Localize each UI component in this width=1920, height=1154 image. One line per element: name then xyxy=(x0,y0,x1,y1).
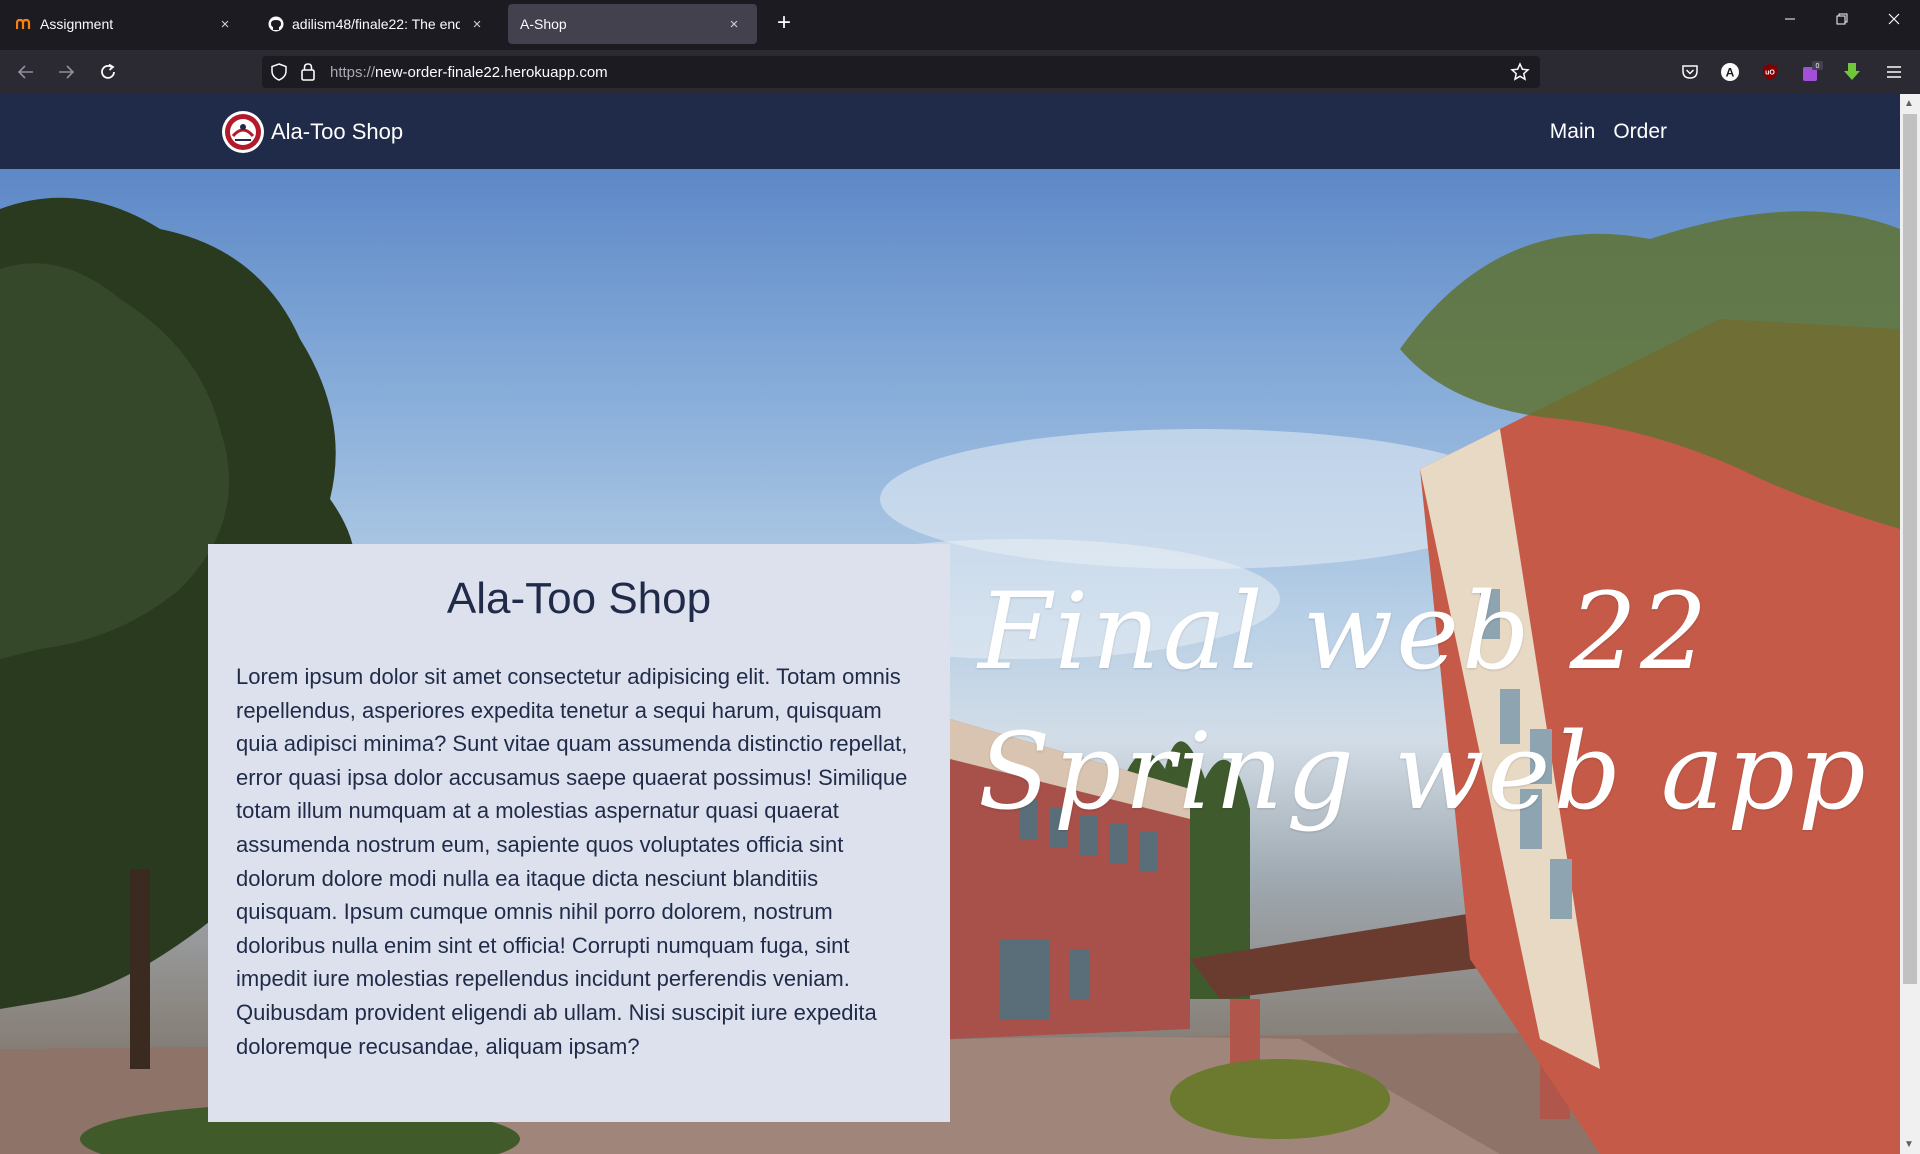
ala-too-logo xyxy=(222,111,264,153)
new-tab-button[interactable]: + xyxy=(770,10,798,38)
reload-icon[interactable] xyxy=(94,58,122,86)
tab-close-icon[interactable]: × xyxy=(216,16,234,33)
scrollbar-thumb[interactable] xyxy=(1903,114,1917,984)
card-title: Ala-Too Shop xyxy=(446,574,712,623)
site-header: Ala-Too Shop Main Order xyxy=(0,94,1900,169)
extension-badge: 0 xyxy=(1816,63,1820,70)
bookmark-star-icon[interactable] xyxy=(1510,62,1530,87)
hamburger-menu-icon[interactable] xyxy=(1882,60,1906,84)
hero-tagline: Final web 22 Spring web app xyxy=(978,562,1869,842)
minimize-icon[interactable] xyxy=(1778,12,1802,29)
scroll-up-arrow-icon[interactable]: ▲ xyxy=(1904,98,1914,109)
back-arrow-icon[interactable] xyxy=(12,58,40,86)
url-scheme: https:// xyxy=(330,64,376,81)
card-body: Lorem ipsum dolor sit amet consectetur a… xyxy=(236,664,908,1059)
lock-icon[interactable] xyxy=(300,62,316,87)
hero-section: Ala-Too Shop Lorem ipsum dolor sit amet … xyxy=(0,169,1900,1154)
address-bar[interactable]: https://new-order-finale22.herokuapp.com xyxy=(262,56,1540,88)
browser-toolbar: https://new-order-finale22.herokuapp.com… xyxy=(0,50,1920,94)
site-nav: Main Order xyxy=(1550,120,1667,144)
github-icon xyxy=(268,16,284,32)
browser-tab-strip: Assignment × adilism48/finale22: The end… xyxy=(0,0,1920,50)
ublock-shield-icon[interactable]: uO xyxy=(1758,60,1782,84)
extension-puzzle-icon[interactable]: 0 xyxy=(1800,60,1824,84)
tab-title: A-Shop xyxy=(520,16,567,32)
tab-close-icon[interactable]: × xyxy=(468,16,486,33)
svg-text:A: A xyxy=(1726,66,1735,80)
pocket-icon[interactable] xyxy=(1678,60,1702,84)
moodle-icon xyxy=(16,16,32,32)
page-viewport: Ala-Too Shop Main Order Ala-Too Shop Lor… xyxy=(0,94,1920,1154)
forward-arrow-icon[interactable] xyxy=(52,58,80,86)
page-scrollbar[interactable]: ▲ ▼ xyxy=(1900,94,1920,1154)
url-host: new-order-finale22.herokuapp.com xyxy=(375,64,608,81)
tracking-shield-icon[interactable] xyxy=(270,63,288,86)
tab-a-shop[interactable]: A-Shop × xyxy=(508,4,757,44)
tab-title: adilism48/finale22: The end xyxy=(292,16,460,32)
account-avatar-icon[interactable]: A xyxy=(1718,60,1742,84)
svg-text:uO: uO xyxy=(1765,70,1775,77)
nav-link-order[interactable]: Order xyxy=(1613,120,1667,144)
scroll-down-arrow-icon[interactable]: ▼ xyxy=(1904,1139,1914,1150)
tagline-line-1: Final web 22 xyxy=(978,570,1711,693)
download-arrow-icon[interactable] xyxy=(1840,60,1864,84)
close-icon[interactable] xyxy=(1882,12,1906,29)
tab-github[interactable]: adilism48/finale22: The end × xyxy=(256,4,500,44)
tab-title: Assignment xyxy=(40,16,114,32)
tab-assignment[interactable]: Assignment × xyxy=(4,4,248,44)
intro-card: Ala-Too Shop Lorem ipsum dolor sit amet … xyxy=(208,544,950,1122)
restore-icon[interactable] xyxy=(1830,12,1854,29)
tab-close-icon[interactable]: × xyxy=(725,16,743,33)
brand-link[interactable]: Ala-Too Shop xyxy=(221,110,403,154)
tagline-line-2: Spring web app xyxy=(978,710,1869,833)
nav-link-main[interactable]: Main xyxy=(1550,120,1596,144)
brand-name: Ala-Too Shop xyxy=(271,119,404,144)
url-text[interactable]: https://new-order-finale22.herokuapp.com xyxy=(330,64,608,81)
